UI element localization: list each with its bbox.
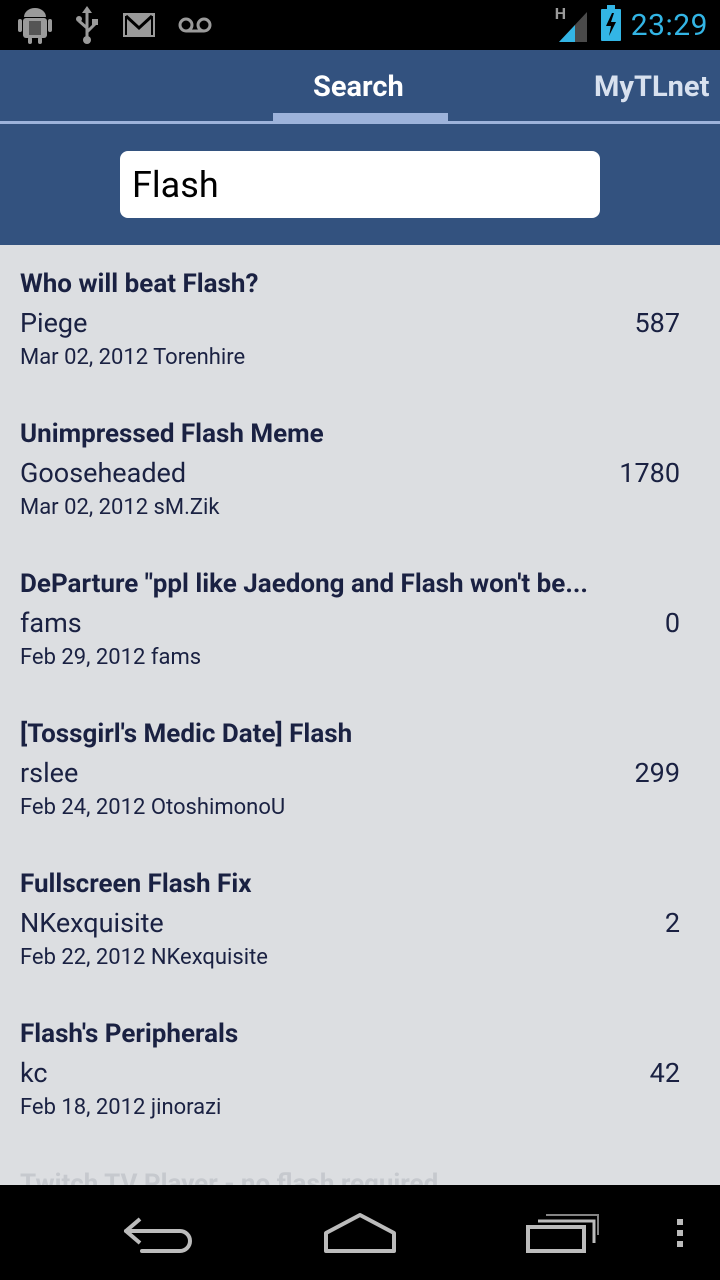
- search-bar: [0, 124, 720, 245]
- gmail-icon: [122, 11, 156, 43]
- thread-title: Who will beat Flash?: [20, 269, 259, 299]
- thread-meta: Mar 02, 2012 sM.Zik: [20, 495, 220, 520]
- thread-count: 42: [649, 1057, 680, 1089]
- thread-title: Twitch TV Player - no flash required: [20, 1169, 439, 1185]
- thread-title: Unimpressed Flash Meme: [20, 419, 324, 449]
- signal-icon: H: [555, 4, 591, 42]
- thread-meta: Mar 02, 2012 Torenhire: [20, 345, 246, 370]
- status-bar: H 23:29: [0, 0, 720, 50]
- list-item[interactable]: Flash's Peripherals kc 42 Feb 18, 2012 j…: [0, 995, 720, 1145]
- thread-title: [Tossgirl's Medic Date] Flash: [20, 719, 353, 749]
- thread-meta: Feb 24, 2012 OtoshimonoU: [20, 795, 286, 820]
- usb-icon: [74, 6, 100, 48]
- list-item[interactable]: DeParture "ppl like Jaedong and Flash wo…: [0, 545, 720, 695]
- battery-charging-icon: [600, 5, 621, 45]
- thread-author: Gooseheaded: [20, 457, 187, 489]
- thread-author: kc: [20, 1057, 48, 1089]
- voicemail-icon: [178, 15, 212, 39]
- results-list[interactable]: Who will beat Flash? Piege 587 Mar 02, 2…: [0, 245, 720, 1185]
- thread-author: rslee: [20, 757, 79, 789]
- list-item[interactable]: Who will beat Flash? Piege 587 Mar 02, 2…: [0, 245, 720, 395]
- tab-mytlnet[interactable]: MyTLnet: [594, 70, 709, 104]
- thread-count: 1780: [619, 457, 680, 489]
- thread-title: DeParture "ppl like Jaedong and Flash wo…: [20, 569, 588, 599]
- list-item[interactable]: Fullscreen Flash Fix NKexquisite 2 Feb 2…: [0, 845, 720, 995]
- thread-title: Fullscreen Flash Fix: [20, 869, 252, 899]
- thread-count: 2: [664, 907, 680, 939]
- tab-bar: Search MyTLnet: [0, 50, 720, 124]
- tab-indicator: [273, 113, 448, 122]
- list-item[interactable]: Unimpressed Flash Meme Gooseheaded 1780 …: [0, 395, 720, 545]
- list-item[interactable]: [Tossgirl's Medic Date] Flash rslee 299 …: [0, 695, 720, 845]
- thread-meta: Feb 29, 2012 fams: [20, 645, 202, 670]
- list-item[interactable]: Twitch TV Player - no flash required: [0, 1145, 720, 1185]
- recent-apps-icon[interactable]: [520, 1205, 600, 1265]
- overflow-menu-icon[interactable]: [668, 1205, 692, 1265]
- clock: 23:29: [630, 7, 708, 43]
- thread-count: 299: [634, 757, 680, 789]
- home-icon[interactable]: [320, 1205, 400, 1265]
- thread-author: fams: [20, 607, 82, 639]
- thread-author: NKexquisite: [20, 907, 164, 939]
- thread-meta: Feb 18, 2012 jinorazi: [20, 1095, 222, 1120]
- tab-search[interactable]: Search: [313, 70, 404, 104]
- thread-title: Flash's Peripherals: [20, 1019, 239, 1049]
- android-debug-icon: [18, 6, 52, 48]
- thread-count: 0: [664, 607, 680, 639]
- navigation-bar: [0, 1185, 720, 1280]
- thread-count: 587: [634, 307, 680, 339]
- thread-meta: Feb 22, 2012 NKexquisite: [20, 945, 268, 970]
- search-input[interactable]: [120, 151, 600, 218]
- back-icon[interactable]: [120, 1205, 200, 1265]
- thread-author: Piege: [20, 307, 88, 339]
